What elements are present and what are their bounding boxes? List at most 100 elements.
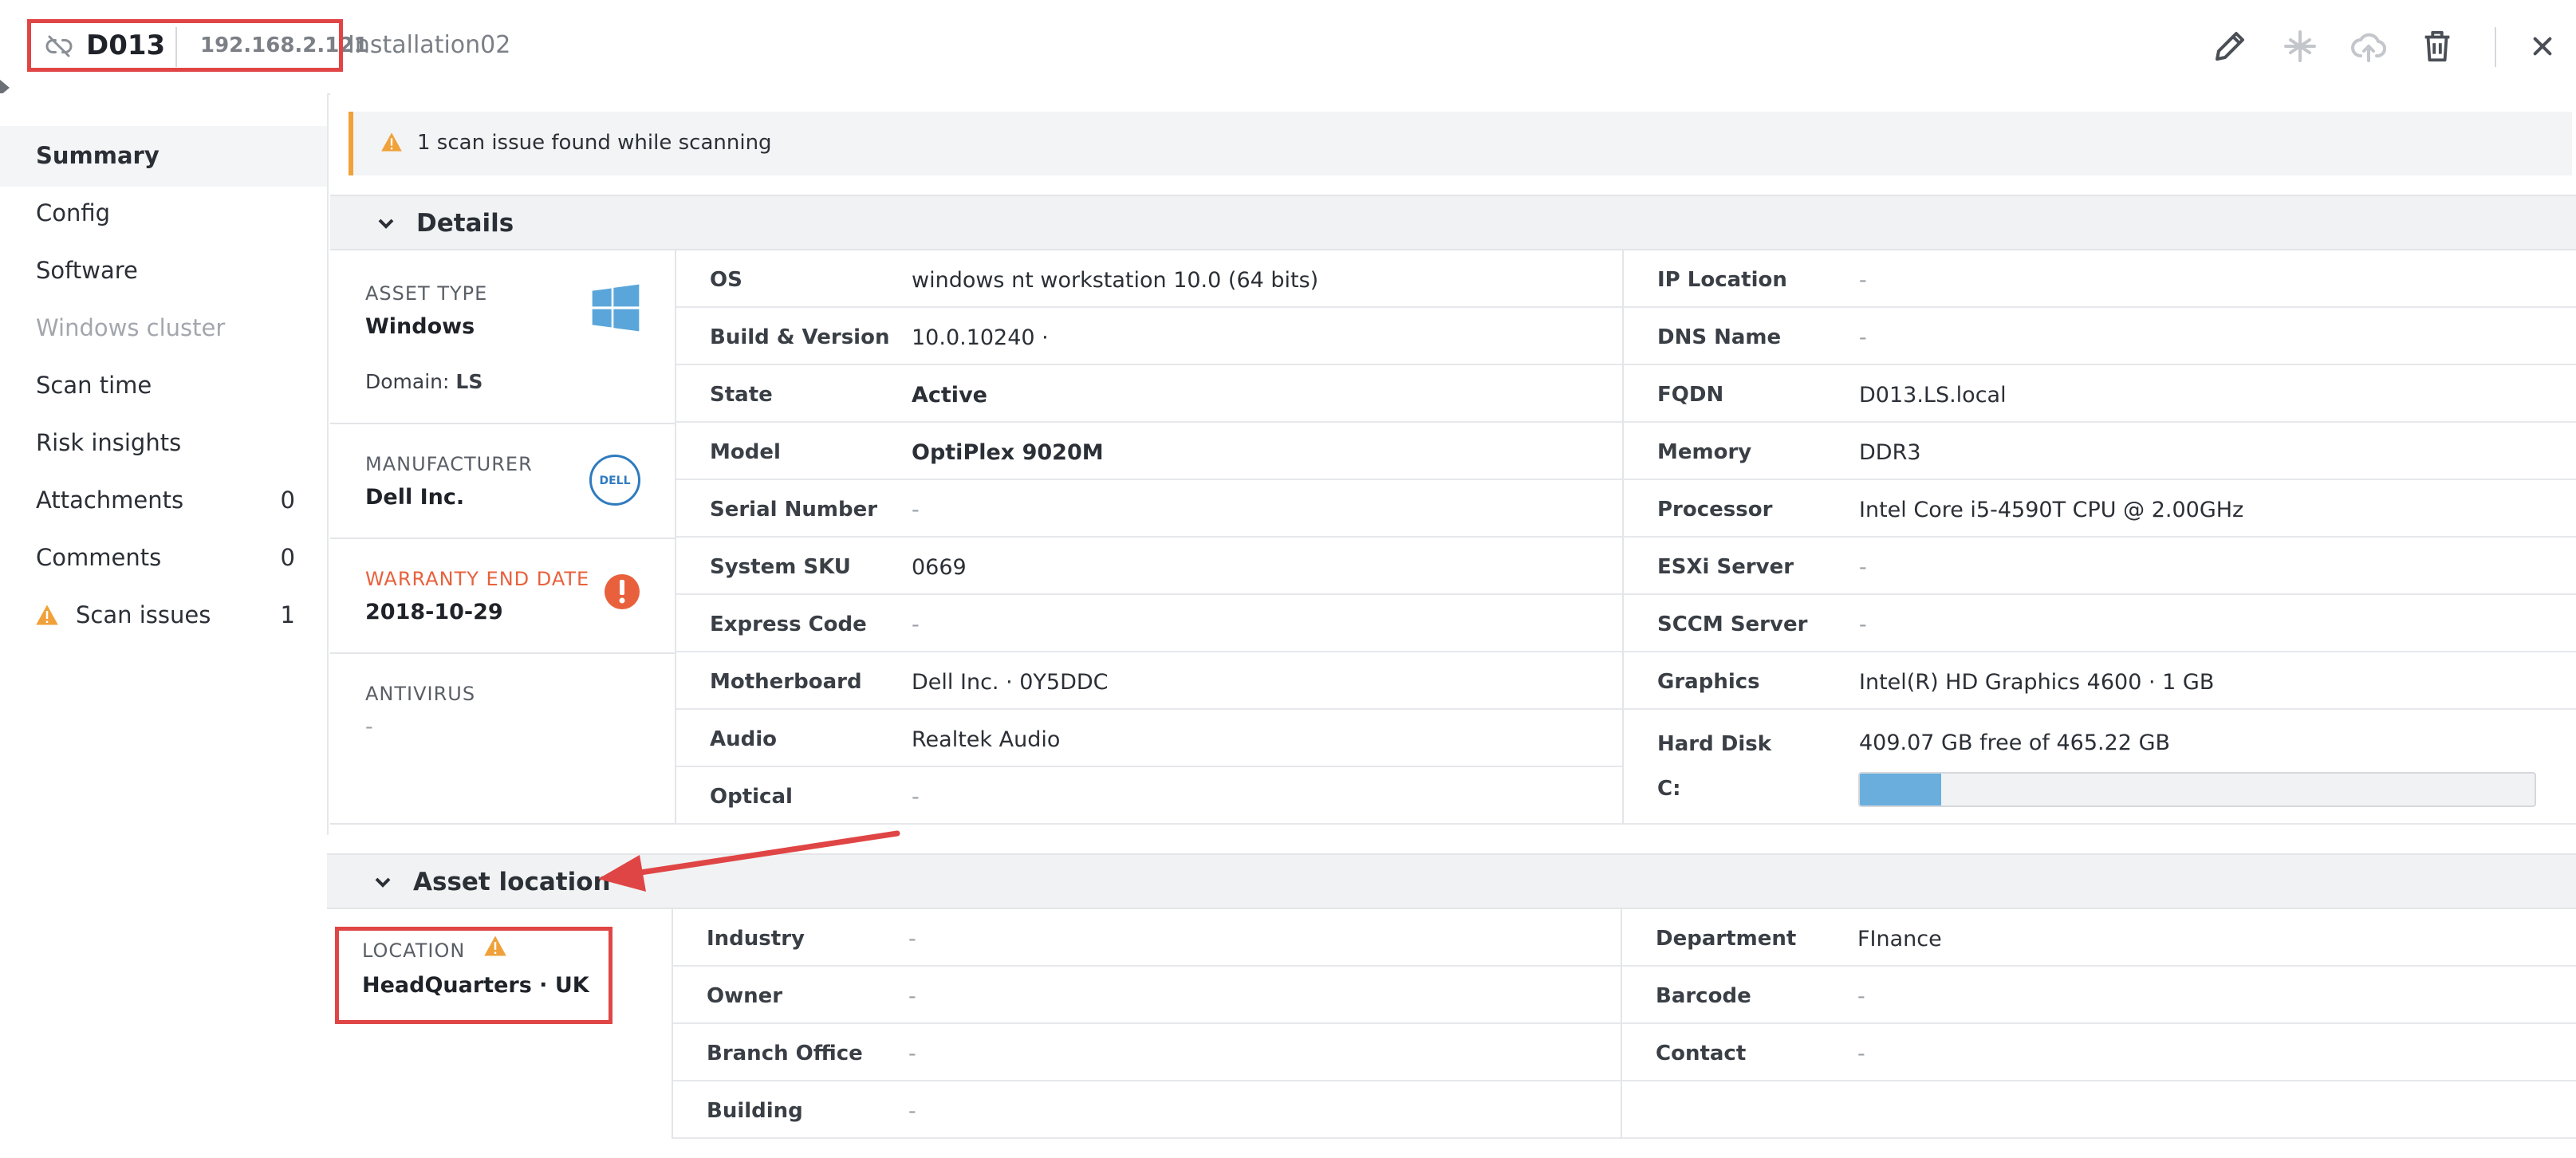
scan-issue-alert[interactable]: 1 scan issue found while scanning	[349, 112, 2572, 175]
row-label: Processor	[1657, 498, 1773, 522]
sidebar-item-scan-time[interactable]: Scan time	[36, 372, 152, 399]
row-label: Contact	[1656, 1042, 1747, 1065]
row-value: windows nt workstation 10.0 (64 bits)	[912, 268, 1319, 293]
details-section-header[interactable]: Details	[330, 195, 2576, 250]
detail-row-build: Build & Version 10.0.10240 ·	[676, 308, 1622, 365]
chevron-down-icon	[375, 877, 391, 888]
detail-row-processor: Processor Intel Core i5-4590T CPU @ 2.00…	[1624, 480, 2576, 538]
row-label: Department	[1656, 927, 1797, 951]
detail-row-os: OS windows nt workstation 10.0 (64 bits)	[676, 250, 1622, 308]
asset-type-value: Windows	[365, 314, 475, 339]
detail-row-state: State Active	[676, 365, 1622, 423]
row-value: Intel(R) HD Graphics 4600 · 1 GB	[1859, 670, 2215, 695]
attachments-count: 0	[280, 486, 295, 514]
row-value: OptiPlex 9020M	[912, 440, 1104, 465]
row-value: -	[908, 1099, 916, 1124]
location-row-barcode: Barcode -	[1622, 967, 2576, 1024]
annotation-box-header	[27, 19, 343, 72]
detail-row-graphics: Graphics Intel(R) HD Graphics 4600 · 1 G…	[1624, 652, 2576, 710]
row-label: IP Location	[1657, 268, 1787, 292]
cloud-upload-icon[interactable]	[2345, 22, 2393, 70]
row-value: Active	[912, 383, 987, 408]
manufacturer-value: Dell Inc.	[365, 485, 465, 510]
row-value: 0669	[912, 555, 967, 580]
antivirus-label: ANTIVIRUS	[365, 683, 476, 705]
disk-usage-fill	[1860, 774, 1941, 805]
location-row-empty	[1622, 1081, 2576, 1139]
location-title: Asset location	[413, 868, 611, 896]
row-label: Build & Version	[710, 325, 890, 349]
detail-row-dns: DNS Name -	[1624, 308, 2576, 365]
top-bar: D013 192.168.2.121 Installation02	[0, 0, 2576, 95]
asset-type-label: ASSET TYPE	[365, 282, 488, 305]
row-label: Model	[710, 440, 781, 464]
sidebar-item-summary[interactable]: Summary	[36, 142, 160, 169]
asset-group[interactable]: Installation02	[348, 31, 510, 59]
row-value: FInance	[1857, 927, 1942, 951]
row-value: -	[1857, 1042, 1865, 1066]
sidebar-item-attachments[interactable]: Attachments	[36, 486, 183, 514]
domain-value: LS	[455, 370, 483, 393]
warning-icon	[380, 132, 403, 152]
close-icon[interactable]	[2519, 22, 2566, 70]
row-value: -	[1859, 325, 1867, 350]
network-icon[interactable]	[2276, 22, 2324, 70]
manufacturer-card: MANUFACTURER Dell Inc. DELL	[330, 424, 676, 539]
row-value: D013.LS.local	[1859, 383, 2007, 408]
annotation-box-location	[335, 927, 612, 1024]
row-label: Branch Office	[707, 1042, 863, 1065]
row-value: -	[908, 927, 916, 951]
row-label: Barcode	[1656, 984, 1751, 1008]
location-row-department: Department FInance	[1622, 909, 2576, 967]
row-label: State	[710, 383, 773, 407]
warranty-card: WARRANTY END DATE 2018-10-29	[330, 539, 676, 654]
row-value: -	[912, 612, 920, 637]
hard-disk-value: 409.07 GB free of 465.22 GB	[1859, 731, 2171, 755]
sidebar-item-risk-insights[interactable]: Risk insights	[36, 429, 181, 456]
row-label: Serial Number	[710, 498, 878, 522]
row-label: Memory	[1657, 440, 1752, 464]
svg-text:DELL: DELL	[599, 475, 630, 486]
row-label: Express Code	[710, 612, 867, 636]
location-row-branch: Branch Office -	[673, 1024, 1621, 1081]
location-row-owner: Owner -	[673, 967, 1621, 1024]
row-value: Dell Inc. · 0Y5DDC	[912, 670, 1109, 695]
disk-usage-bar	[1858, 772, 2536, 807]
hard-disk-label: Hard Disk	[1657, 732, 1772, 756]
pencil-icon[interactable]	[2206, 22, 2254, 70]
detail-row-optical: Optical -	[676, 767, 1622, 825]
trash-icon[interactable]	[2413, 22, 2461, 70]
error-icon	[605, 574, 640, 609]
manufacturer-label: MANUFACTURER	[365, 453, 533, 475]
detail-row-fqdn: FQDN D013.LS.local	[1624, 365, 2576, 423]
row-label: Owner	[707, 984, 783, 1008]
detail-row-hard-disk: Hard Disk 409.07 GB free of 465.22 GB C:	[1624, 710, 2576, 825]
row-value: -	[1859, 612, 1867, 637]
row-value: -	[1859, 555, 1867, 580]
sidebar-item-software[interactable]: Software	[36, 257, 138, 284]
row-label: FQDN	[1657, 383, 1724, 407]
row-value: -	[908, 1042, 916, 1066]
row-value: DDR3	[1859, 440, 1921, 465]
detail-row-audio: Audio Realtek Audio	[676, 710, 1622, 767]
row-label: Optical	[710, 785, 793, 809]
chevron-down-icon	[378, 219, 394, 229]
sidebar-item-comments[interactable]: Comments	[36, 544, 161, 571]
row-label: Graphics	[1657, 670, 1760, 694]
detail-row-model: Model OptiPlex 9020M	[676, 423, 1622, 480]
sidebar-item-windows-cluster: Windows cluster	[36, 314, 226, 341]
sidebar-item-config[interactable]: Config	[36, 199, 110, 226]
location-row-building: Building -	[673, 1081, 1621, 1139]
row-label: Audio	[710, 727, 778, 751]
row-value: Realtek Audio	[912, 727, 1061, 752]
scan-issues-count: 1	[280, 601, 295, 628]
sidebar-item-scan-issues[interactable]: Scan issues	[76, 601, 211, 628]
warranty-label: WARRANTY END DATE	[365, 568, 590, 590]
detail-row-serial: Serial Number -	[676, 480, 1622, 538]
location-row-industry: Industry -	[673, 909, 1621, 967]
antivirus-value: -	[365, 715, 373, 739]
asset-type-card: ASSET TYPE Windows Domain: LS	[330, 250, 676, 424]
detail-row-memory: Memory DDR3	[1624, 423, 2576, 480]
detail-row-sku: System SKU 0669	[676, 538, 1622, 595]
location-row-contact: Contact -	[1622, 1024, 2576, 1081]
